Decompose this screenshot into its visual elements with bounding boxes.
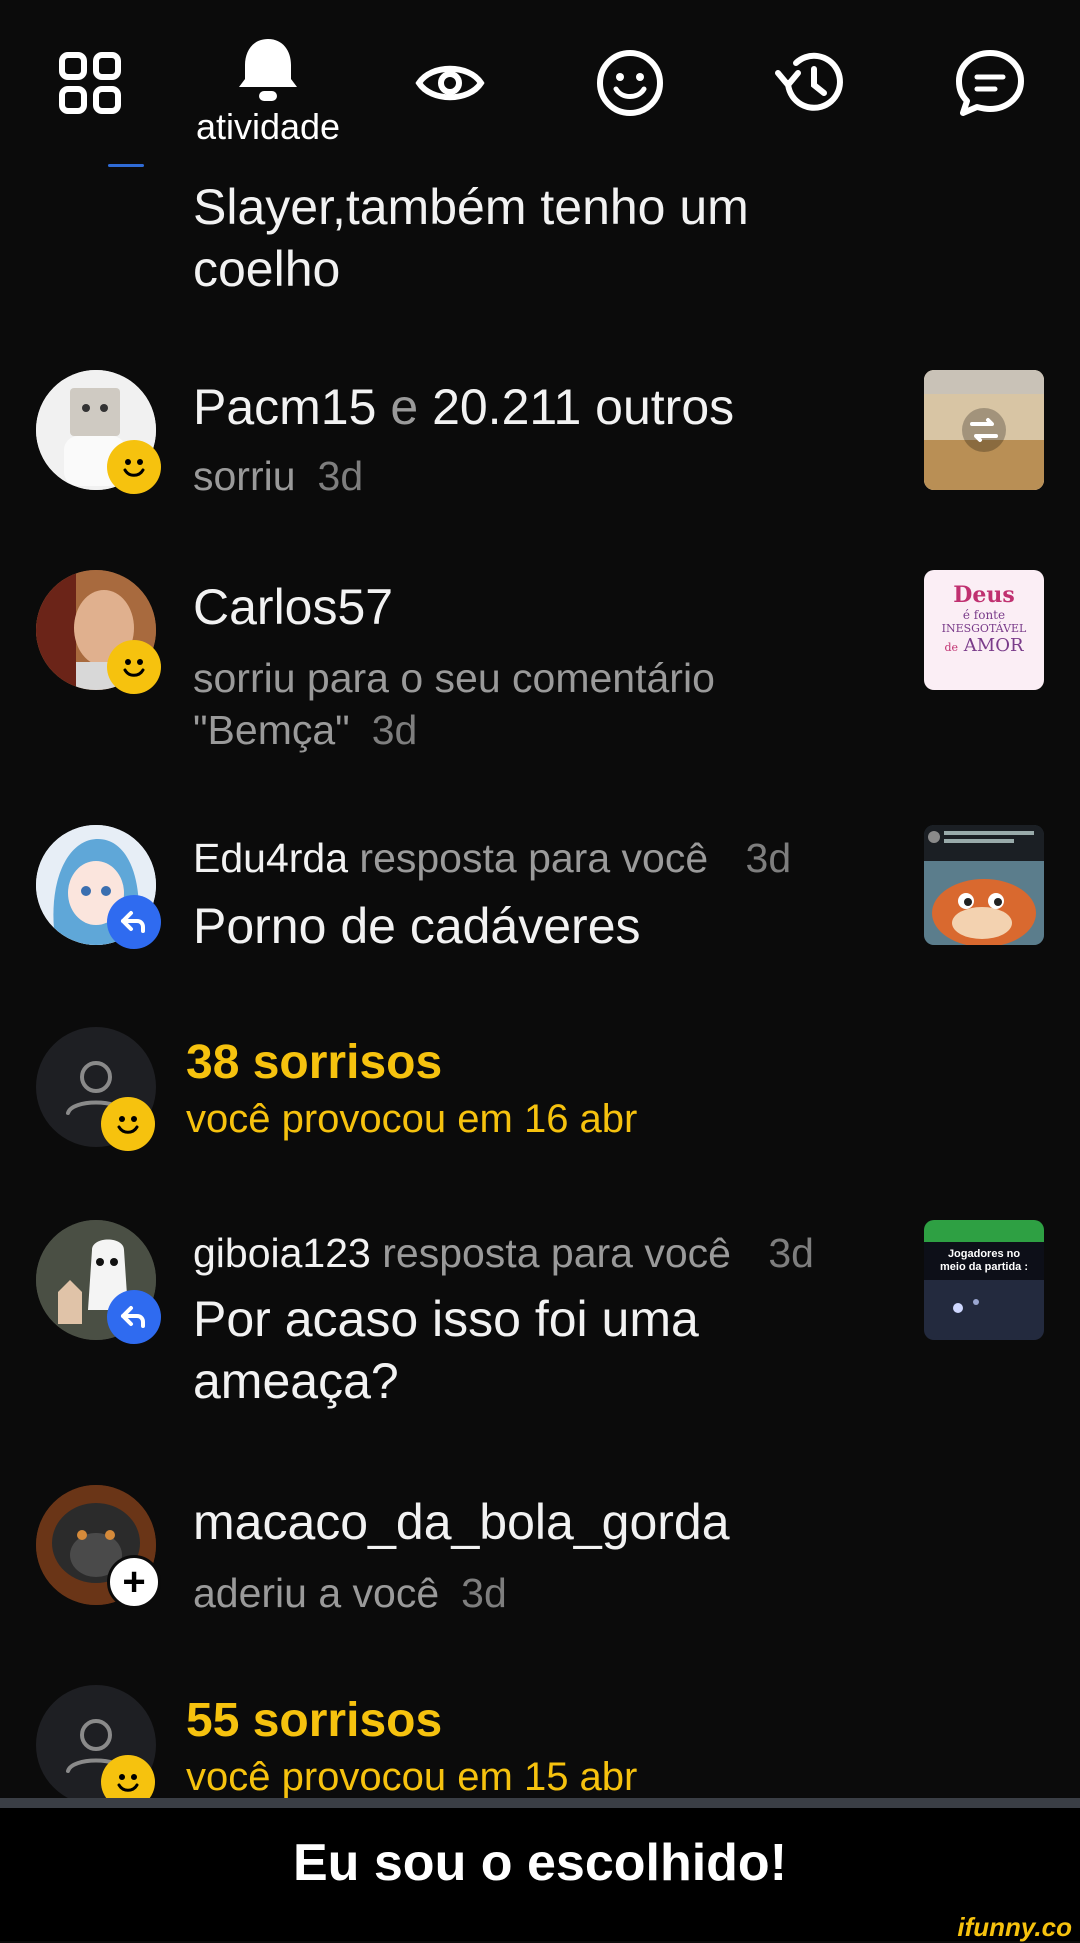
nav-label-activity: atividade [195,106,341,147]
footer-bar [0,1918,1080,1941]
action-text: sorriu para o seu comentário "Bemça" [193,655,715,753]
partial-comment-text: Slayer,também tenho um coelho [193,179,749,297]
list-item[interactable]: Carlos57 sorriu para o seu comentário "B… [0,570,1080,770]
action-text: aderiu a você [193,1570,440,1616]
smile-badge-icon [107,640,161,694]
thumb-text: Jogadores no meio da partida : [939,1248,1029,1273]
activity-title: giboia123 resposta para você 3d [193,1230,814,1277]
activity-feed[interactable]: Slayer,também tenho um coelho Pacm15 e 2… [0,150,1080,1798]
reply-badge-icon [107,895,161,949]
thumb-text: AMOR [963,635,1024,656]
activity-title: Pacm15 e 20.211 outros [193,378,734,436]
smile-badge-icon [101,1755,155,1798]
list-item[interactable]: giboia123 resposta para você 3d Por acas… [0,1220,1080,1420]
grid-icon[interactable] [47,40,133,126]
list-item[interactable]: 55 sorrisos você provocou em 15 abr [0,1685,1080,1798]
timestamp: 3d [745,835,792,881]
activity-meta: sorriu para o seu comentário "Bemça" 3d [193,652,793,756]
username[interactable]: Pacm15 [193,379,376,435]
timestamp: 3d [317,453,364,499]
reply-badge-icon [107,1290,161,1344]
watermark-logo: ifunny.co [957,1912,1072,1942]
meme-caption: Eu sou o escolhido! [0,1808,1080,1918]
list-item[interactable]: Edu4rda resposta para você 3d Porno de c… [0,825,1080,975]
action-text: sorriu [193,453,296,499]
list-item[interactable]: 38 sorrisos você provocou em 16 abr [0,1027,1080,1157]
action-text: resposta para você [359,835,709,881]
follow-badge-icon: + [107,1555,161,1609]
thumb-text: é fonte [962,608,1006,622]
thumb-text: INESGOTÁVEL [941,622,1027,635]
reply-text[interactable]: Porno de cadáveres [193,895,793,957]
timestamp: 3d [371,707,418,753]
top-nav: atividade [0,0,1080,150]
username[interactable]: macaco_da_bola_gorda [193,1494,730,1550]
thumb-text: Deus [953,582,1015,608]
timestamp: 3d [461,1570,507,1616]
username[interactable]: giboia123 [193,1230,371,1276]
smiles-subtitle: você provocou em 16 abr [186,1097,638,1141]
chat-icon[interactable] [947,40,1033,126]
bell-icon[interactable] [225,28,311,114]
eye-icon[interactable] [407,40,493,126]
connector-text: e [390,379,419,435]
activity-meta: sorriu 3d [193,450,793,502]
post-thumbnail[interactable] [924,825,1044,945]
smiles-count: 55 sorrisos [186,1694,443,1747]
smile-badge-icon [101,1097,155,1151]
activity-title: Edu4rda resposta para você 3d [193,835,791,882]
activity-meta: aderiu a você 3d [193,1567,793,1619]
smiles-subtitle: você provocou em 15 abr [186,1755,638,1798]
others-count[interactable]: 20.211 outros [432,379,734,435]
list-item[interactable]: Pacm15 e 20.211 outros sorriu 3d [0,370,1080,510]
smile-badge-icon [107,440,161,494]
thumb-text: de [944,641,959,654]
smiles-count: 38 sorrisos [186,1036,443,1089]
post-thumbnail[interactable]: Jogadores no meio da partida : [924,1220,1044,1340]
activity-title: Carlos57 [193,578,393,636]
activity-title: macaco_da_bola_gorda [193,1493,730,1551]
divider [0,1798,1080,1808]
timestamp: 3d [768,1230,814,1276]
list-item[interactable]: + macaco_da_bola_gorda aderiu a você 3d [0,1485,1080,1625]
post-thumbnail[interactable]: Deus é fonte INESGOTÁVEL de AMOR [924,570,1044,690]
smiley-icon[interactable] [587,40,673,126]
username[interactable]: Edu4rda [193,835,348,881]
reply-text[interactable]: Por acaso isso foi uma ameaça? [193,1288,793,1412]
action-text: resposta para você [382,1230,731,1276]
post-thumbnail[interactable] [924,370,1044,490]
history-icon[interactable] [767,40,853,126]
username[interactable]: Carlos57 [193,579,393,635]
